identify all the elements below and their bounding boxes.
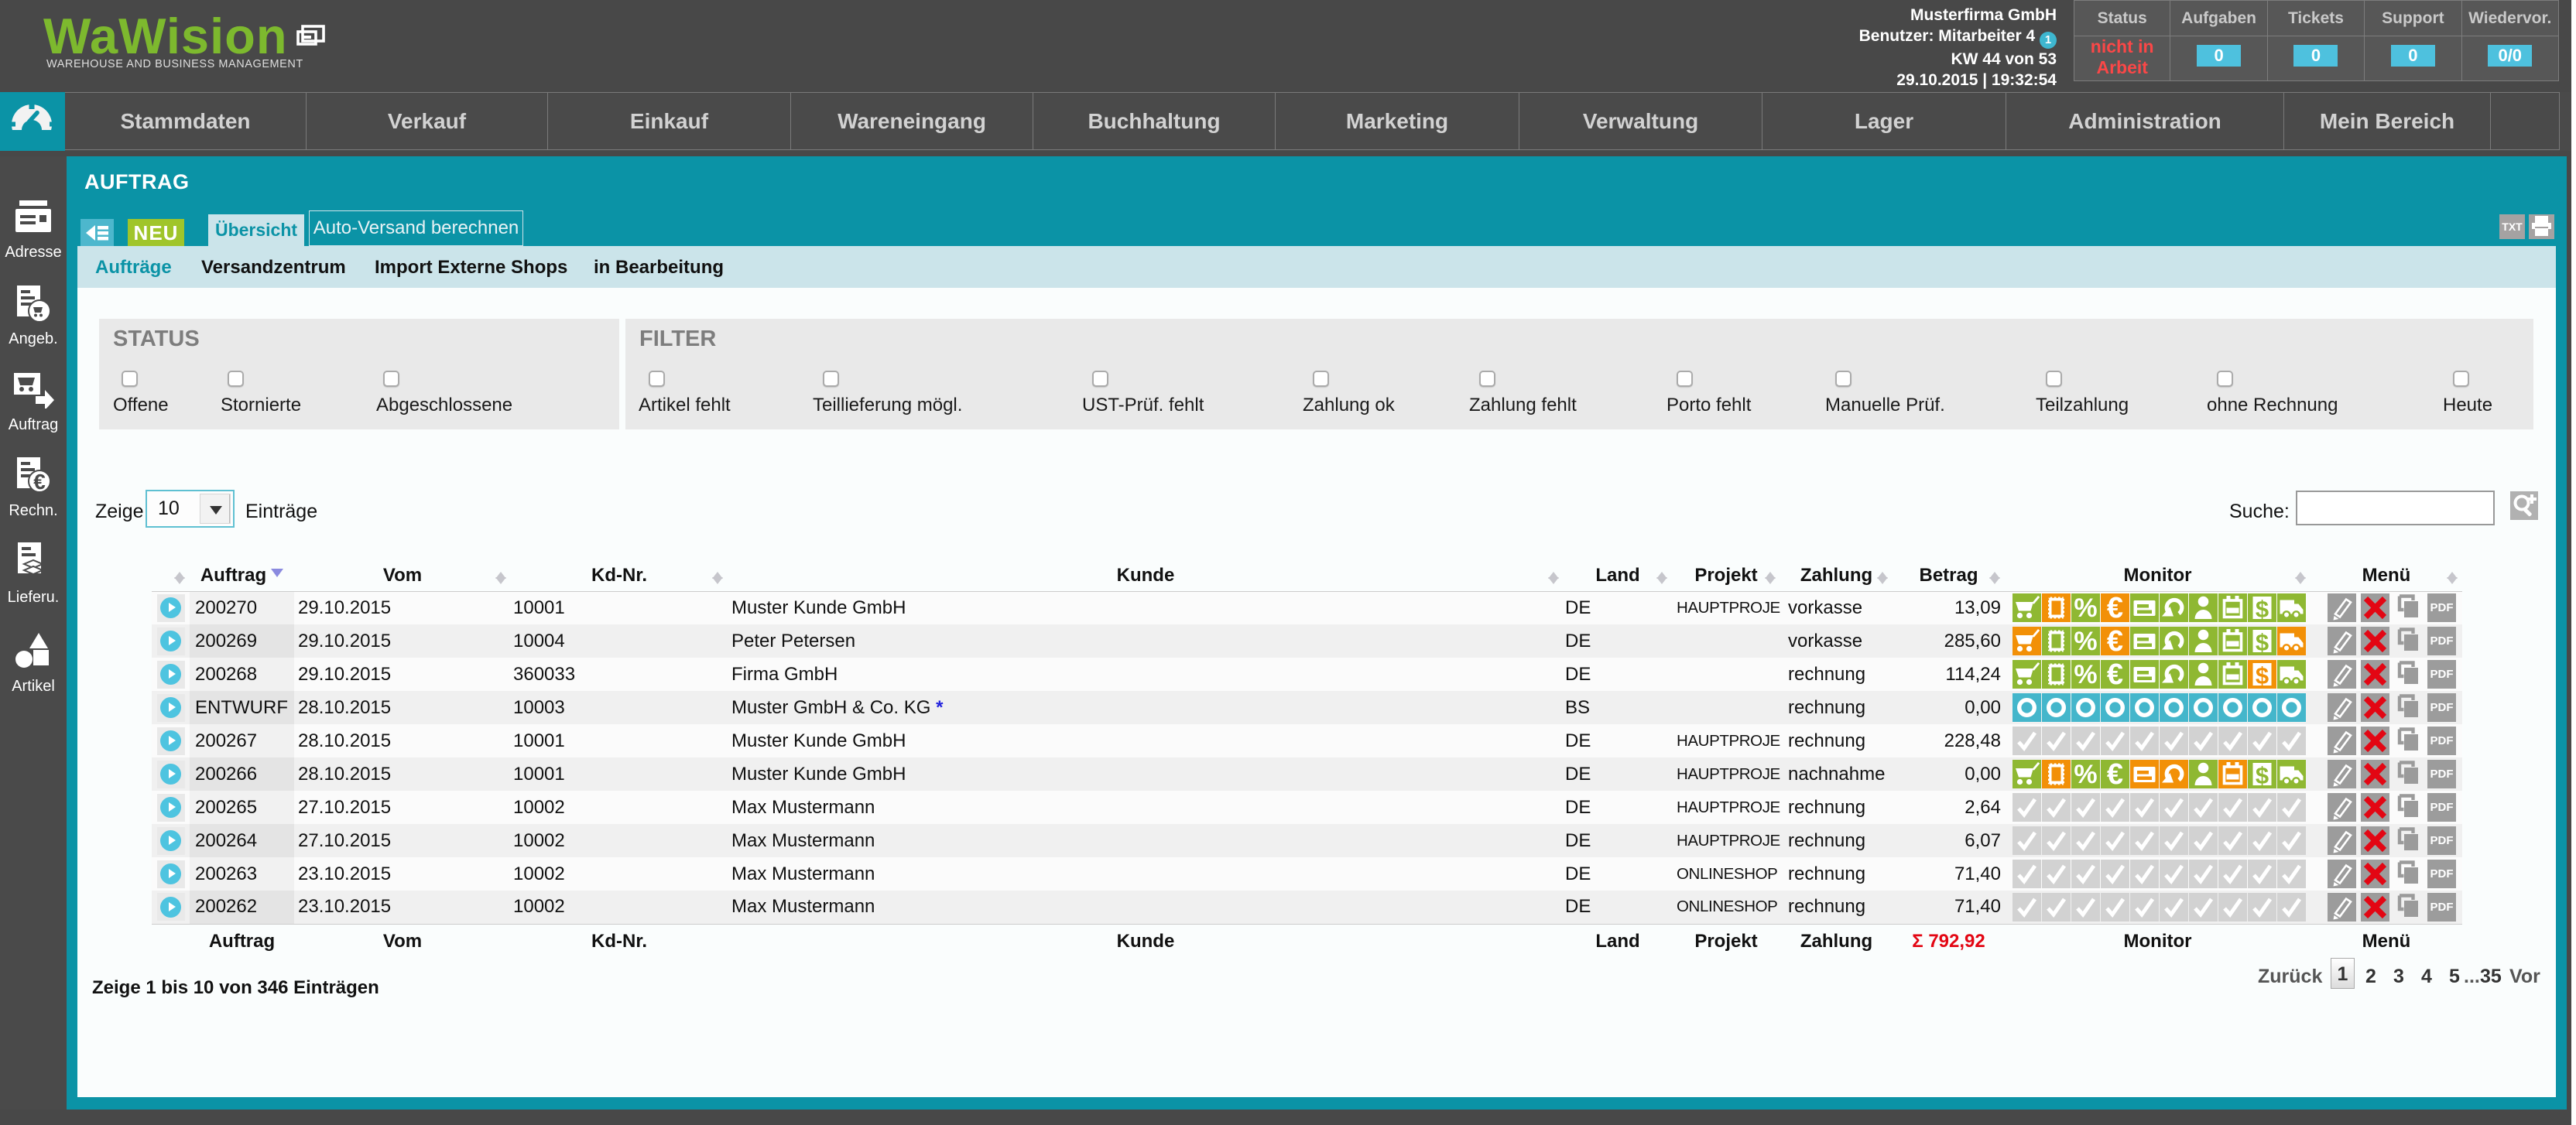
svg-text:%: % <box>2074 593 2097 622</box>
svg-text:€: € <box>2107 660 2123 689</box>
svg-text:€: € <box>2107 627 2123 655</box>
svg-text:€: € <box>2107 593 2123 622</box>
svg-text:€: € <box>33 470 46 494</box>
svg-text:$: $ <box>2256 629 2269 656</box>
svg-text:$: $ <box>2256 762 2269 789</box>
svg-text:%: % <box>2074 760 2097 788</box>
svg-text:%: % <box>2074 627 2097 655</box>
svg-text:%: % <box>2074 660 2097 689</box>
svg-text:$: $ <box>2256 596 2269 623</box>
svg-text:€: € <box>2107 760 2123 788</box>
svg-text:$: $ <box>2256 662 2269 689</box>
